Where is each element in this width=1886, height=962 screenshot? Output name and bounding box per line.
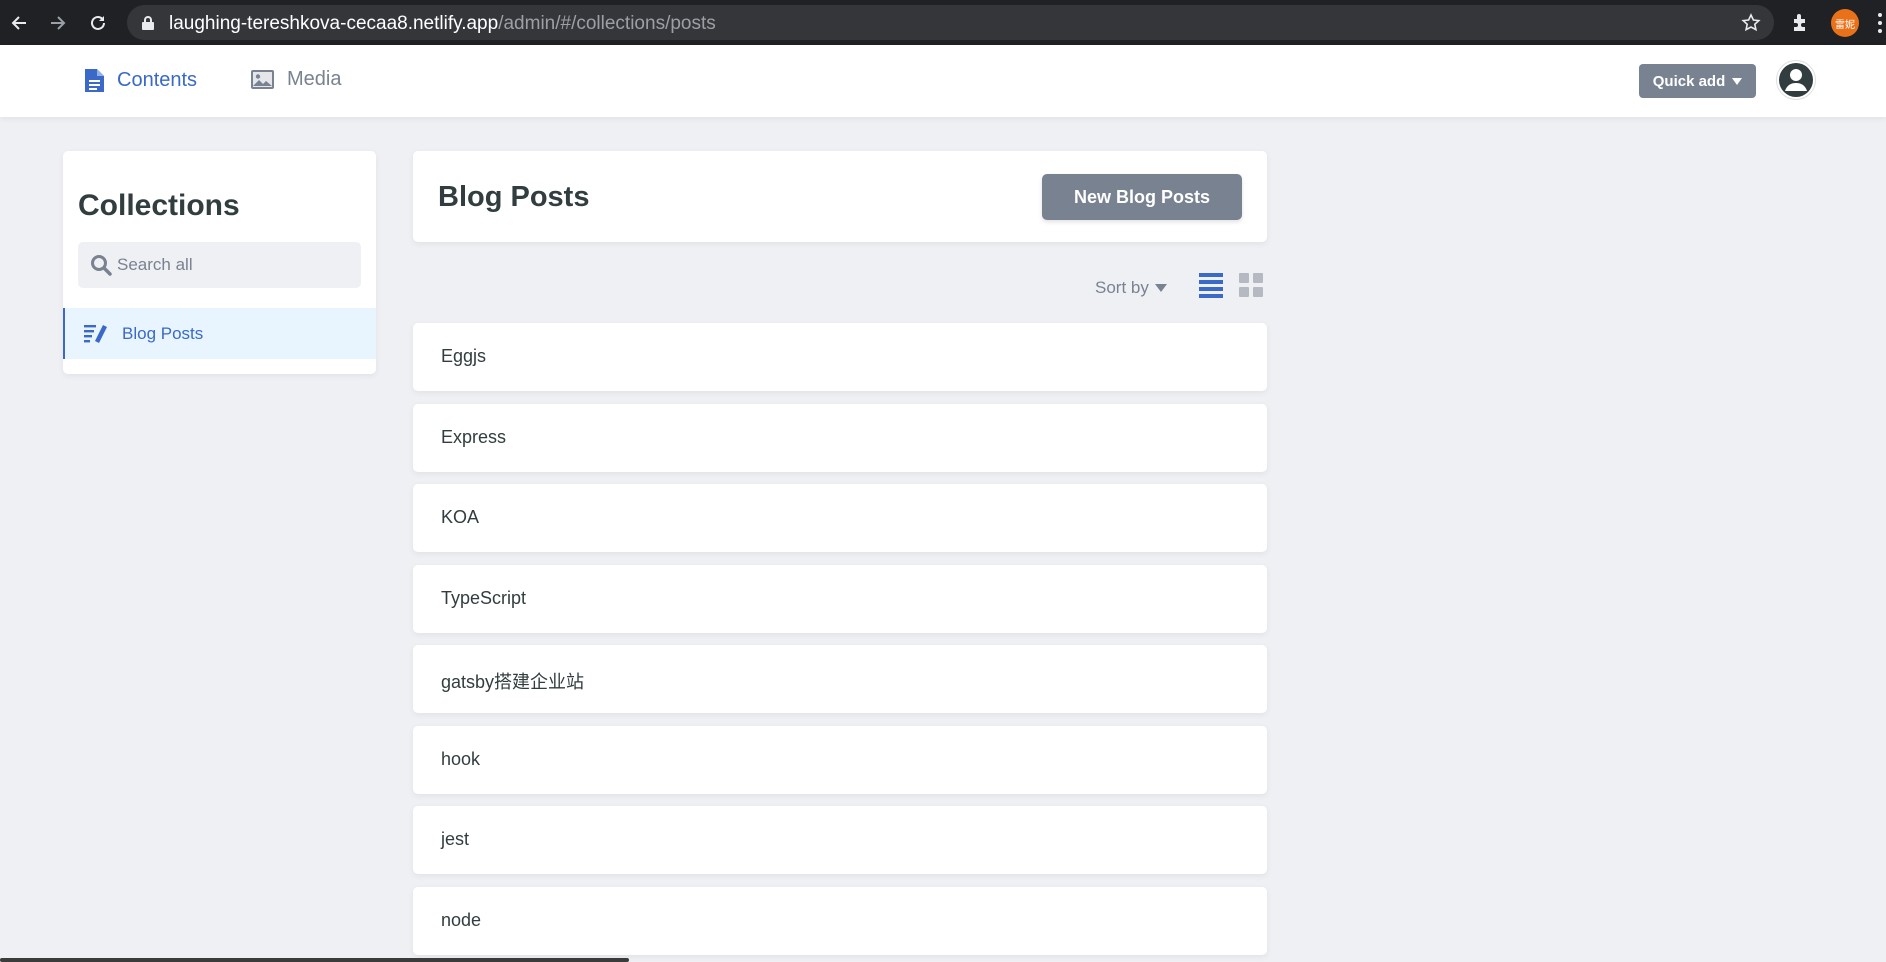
search-input[interactable]: [117, 242, 353, 288]
view-controls: Sort by: [1090, 270, 1270, 304]
entry-title: gatsby搭建企业站: [441, 672, 585, 692]
nav-contents-label: Contents: [117, 69, 198, 91]
url-path: /admin/#/collections/posts: [498, 13, 716, 34]
list-item[interactable]: jest: [413, 806, 1267, 874]
url-host: laughing-tereshkova-cecaa8.netlify.app: [169, 13, 499, 34]
entry-title: hook: [441, 749, 481, 769]
browser-toolbar: laughing-tereshkova-cecaa8.netlify.app/a…: [0, 0, 1886, 45]
lock-icon: [141, 15, 155, 36]
list-item[interactable]: TypeScript: [413, 565, 1267, 633]
app-header: Contents Media Quick add: [0, 45, 1886, 117]
list-item[interactable]: hook: [413, 726, 1267, 794]
search-icon: [90, 254, 112, 281]
sort-by-dropdown[interactable]: Sort by: [1095, 278, 1167, 298]
nav-media-label: Media: [287, 68, 342, 90]
search-box: [78, 242, 361, 288]
list-item[interactable]: Express: [413, 404, 1267, 472]
grid-view-icon[interactable]: [1239, 273, 1263, 303]
edit-list-icon: [84, 324, 108, 344]
list-item[interactable]: gatsby搭建企业站: [413, 645, 1267, 713]
list-item[interactable]: node: [413, 887, 1267, 955]
extensions-icon[interactable]: [1790, 11, 1812, 38]
quick-add-button[interactable]: Quick add: [1639, 64, 1756, 98]
entry-title: KOA: [441, 507, 480, 527]
collection-header: Blog Posts New Blog Posts: [413, 151, 1267, 242]
sidebar-title: Collections: [78, 189, 240, 222]
bookmark-star-icon[interactable]: [1741, 13, 1761, 38]
nav-media[interactable]: Media: [250, 68, 341, 91]
collections-sidebar: Collections Blog Posts: [63, 151, 376, 374]
document-icon: [84, 68, 105, 93]
horizontal-scrollbar[interactable]: [0, 958, 629, 962]
quick-add-label: Quick add: [1652, 72, 1726, 90]
entry-title: Express: [441, 427, 507, 447]
image-icon: [250, 69, 275, 90]
new-entry-button[interactable]: New Blog Posts: [1042, 174, 1242, 220]
list-item[interactable]: Eggjs: [413, 323, 1267, 391]
list-view-icon[interactable]: [1199, 273, 1223, 303]
page-title: Blog Posts: [438, 181, 590, 213]
entry-title: Eggjs: [441, 346, 487, 366]
browser-menu-icon[interactable]: [1877, 11, 1883, 35]
list-item[interactable]: KOA: [413, 484, 1267, 552]
sort-by-label: Sort by: [1095, 278, 1149, 297]
entry-title: TypeScript: [441, 588, 527, 608]
address-bar[interactable]: laughing-tereshkova-cecaa8.netlify.app/a…: [127, 5, 1774, 40]
sidebar-item-blog-posts[interactable]: Blog Posts: [63, 308, 376, 359]
entry-title: node: [441, 910, 482, 930]
caret-down-icon: [1154, 284, 1167, 292]
caret-down-icon: [1732, 77, 1743, 85]
entry-title: jest: [441, 829, 470, 849]
nav-contents[interactable]: Contents: [84, 68, 197, 93]
profile-avatar[interactable]: 雷妮: [1831, 9, 1859, 37]
user-icon: [1778, 62, 1814, 98]
url-text: laughing-tereshkova-cecaa8.netlify.app/a…: [169, 13, 716, 35]
reload-icon[interactable]: [85, 10, 111, 36]
back-icon[interactable]: [6, 10, 32, 36]
user-avatar-button[interactable]: [1776, 60, 1816, 100]
sidebar-item-label: Blog Posts: [122, 323, 204, 343]
forward-icon[interactable]: [45, 10, 71, 36]
